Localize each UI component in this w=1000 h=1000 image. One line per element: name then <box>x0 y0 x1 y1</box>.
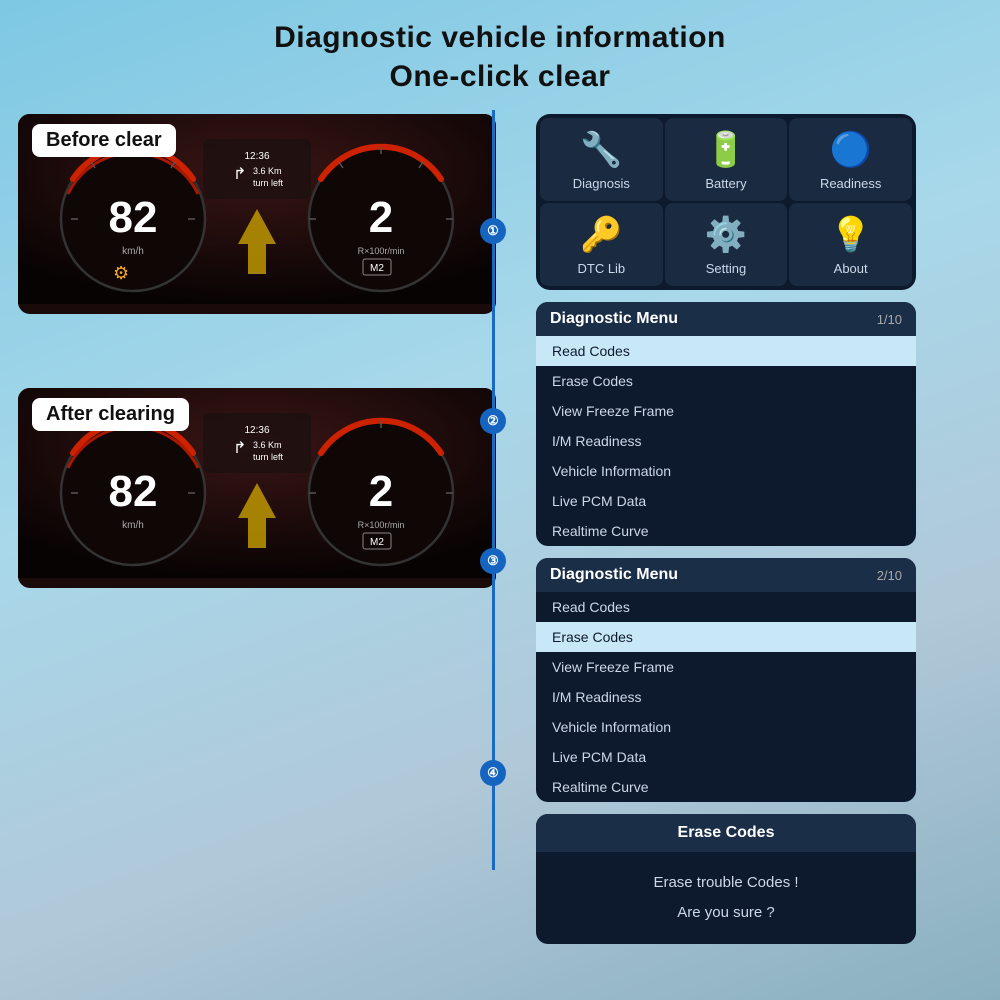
icon-dtclib[interactable]: 🔑 DTC Lib <box>540 203 663 286</box>
menu2-title: Diagnostic Menu <box>550 566 678 584</box>
svg-text:2: 2 <box>369 467 393 516</box>
menu2-item-im-readiness[interactable]: I/M Readiness <box>536 682 916 712</box>
svg-text:R×100r/min: R×100r/min <box>358 520 405 530</box>
right-column: 🔧 Diagnosis 🔋 Battery 🔵 Readiness 🔑 DTC … <box>536 114 916 944</box>
menu2-page: 2/10 <box>877 568 902 583</box>
svg-text:3.6 Km: 3.6 Km <box>253 440 282 450</box>
diagnosis-label: Diagnosis <box>573 176 630 191</box>
about-icon: 💡 <box>829 215 871 255</box>
icon-grid: 🔧 Diagnosis 🔋 Battery 🔵 Readiness 🔑 DTC … <box>536 114 916 290</box>
menu1-item-read-codes[interactable]: Read Codes <box>536 336 916 366</box>
svg-text:12:36: 12:36 <box>244 425 269 436</box>
erase-codes-panel: Erase Codes Erase trouble Codes ! Are yo… <box>536 814 916 944</box>
svg-text:2: 2 <box>369 193 393 242</box>
svg-text:turn left: turn left <box>253 178 284 188</box>
before-clear-section: Before clear 82 <box>18 114 518 334</box>
menu2-item-vehicle-info[interactable]: Vehicle Information <box>536 712 916 742</box>
menu1-page: 1/10 <box>877 312 902 327</box>
battery-label: Battery <box>705 176 746 191</box>
icon-about[interactable]: 💡 About <box>789 203 912 286</box>
icon-diagnosis[interactable]: 🔧 Diagnosis <box>540 118 663 201</box>
dtclib-label: DTC Lib <box>577 261 625 276</box>
menu2-header: Diagnostic Menu 2/10 <box>536 558 916 592</box>
menu2-item-erase-codes[interactable]: Erase Codes <box>536 622 916 652</box>
svg-text:3.6 Km: 3.6 Km <box>253 166 282 176</box>
svg-text:82: 82 <box>109 467 158 516</box>
battery-icon: 🔋 <box>705 130 747 170</box>
erase-line1: Erase trouble Codes ! <box>536 868 916 898</box>
diagnostic-menu-2: Diagnostic Menu 2/10 Read Codes Erase Co… <box>536 558 916 802</box>
icon-readiness[interactable]: 🔵 Readiness <box>789 118 912 201</box>
diagnosis-icon: 🔧 <box>580 130 622 170</box>
after-clearing-section: After clearing 82 km/h <box>18 388 518 608</box>
icon-setting[interactable]: ⚙️ Setting <box>665 203 788 286</box>
after-clearing-label: After clearing <box>32 398 189 431</box>
before-clear-label: Before clear <box>32 124 176 157</box>
menu2-item-live-pcm[interactable]: Live PCM Data <box>536 742 916 772</box>
svg-text:↱: ↱ <box>233 440 246 457</box>
menu1-title: Diagnostic Menu <box>550 310 678 328</box>
svg-text:km/h: km/h <box>122 520 144 531</box>
menu1-item-vehicle-info[interactable]: Vehicle Information <box>536 456 916 486</box>
step-3: ③ <box>480 548 506 574</box>
about-label: About <box>834 261 868 276</box>
step-4: ④ <box>480 760 506 786</box>
svg-text:12:36: 12:36 <box>244 151 269 162</box>
svg-text:turn left: turn left <box>253 452 284 462</box>
menu1-item-live-pcm[interactable]: Live PCM Data <box>536 486 916 516</box>
svg-text:↱: ↱ <box>233 166 246 183</box>
svg-text:⚙: ⚙ <box>113 263 129 283</box>
svg-text:M2: M2 <box>370 263 384 274</box>
menu2-item-freeze-frame[interactable]: View Freeze Frame <box>536 652 916 682</box>
setting-label: Setting <box>706 261 746 276</box>
erase-panel-title: Erase Codes <box>536 814 916 852</box>
menu1-item-im-readiness[interactable]: I/M Readiness <box>536 426 916 456</box>
svg-text:M2: M2 <box>370 537 384 548</box>
menu2-item-read-codes[interactable]: Read Codes <box>536 592 916 622</box>
menu1-header: Diagnostic Menu 1/10 <box>536 302 916 336</box>
left-column: Before clear 82 <box>18 114 518 944</box>
dtclib-icon: 🔑 <box>580 215 622 255</box>
icon-grid-panel: 🔧 Diagnosis 🔋 Battery 🔵 Readiness 🔑 DTC … <box>536 114 916 290</box>
diagnostic-menu-1: Diagnostic Menu 1/10 Read Codes Erase Co… <box>536 302 916 546</box>
menu2-item-realtime-curve[interactable]: Realtime Curve <box>536 772 916 802</box>
menu1-item-freeze-frame[interactable]: View Freeze Frame <box>536 396 916 426</box>
menu1-item-realtime-curve[interactable]: Realtime Curve <box>536 516 916 546</box>
svg-text:R×100r/min: R×100r/min <box>358 246 405 256</box>
readiness-label: Readiness <box>820 176 881 191</box>
setting-icon: ⚙️ <box>705 215 747 255</box>
erase-line2: Are you sure ? <box>536 898 916 928</box>
page-title: Diagnostic vehicle information One-click… <box>0 0 1000 106</box>
svg-text:82: 82 <box>109 193 158 242</box>
menu1-item-erase-codes[interactable]: Erase Codes <box>536 366 916 396</box>
erase-panel-body: Erase trouble Codes ! Are you sure ? <box>536 868 916 928</box>
svg-text:km/h: km/h <box>122 246 144 257</box>
icon-battery[interactable]: 🔋 Battery <box>665 118 788 201</box>
step-2: ② <box>480 408 506 434</box>
step-1: ① <box>480 218 506 244</box>
readiness-icon: 🔵 <box>829 130 871 170</box>
